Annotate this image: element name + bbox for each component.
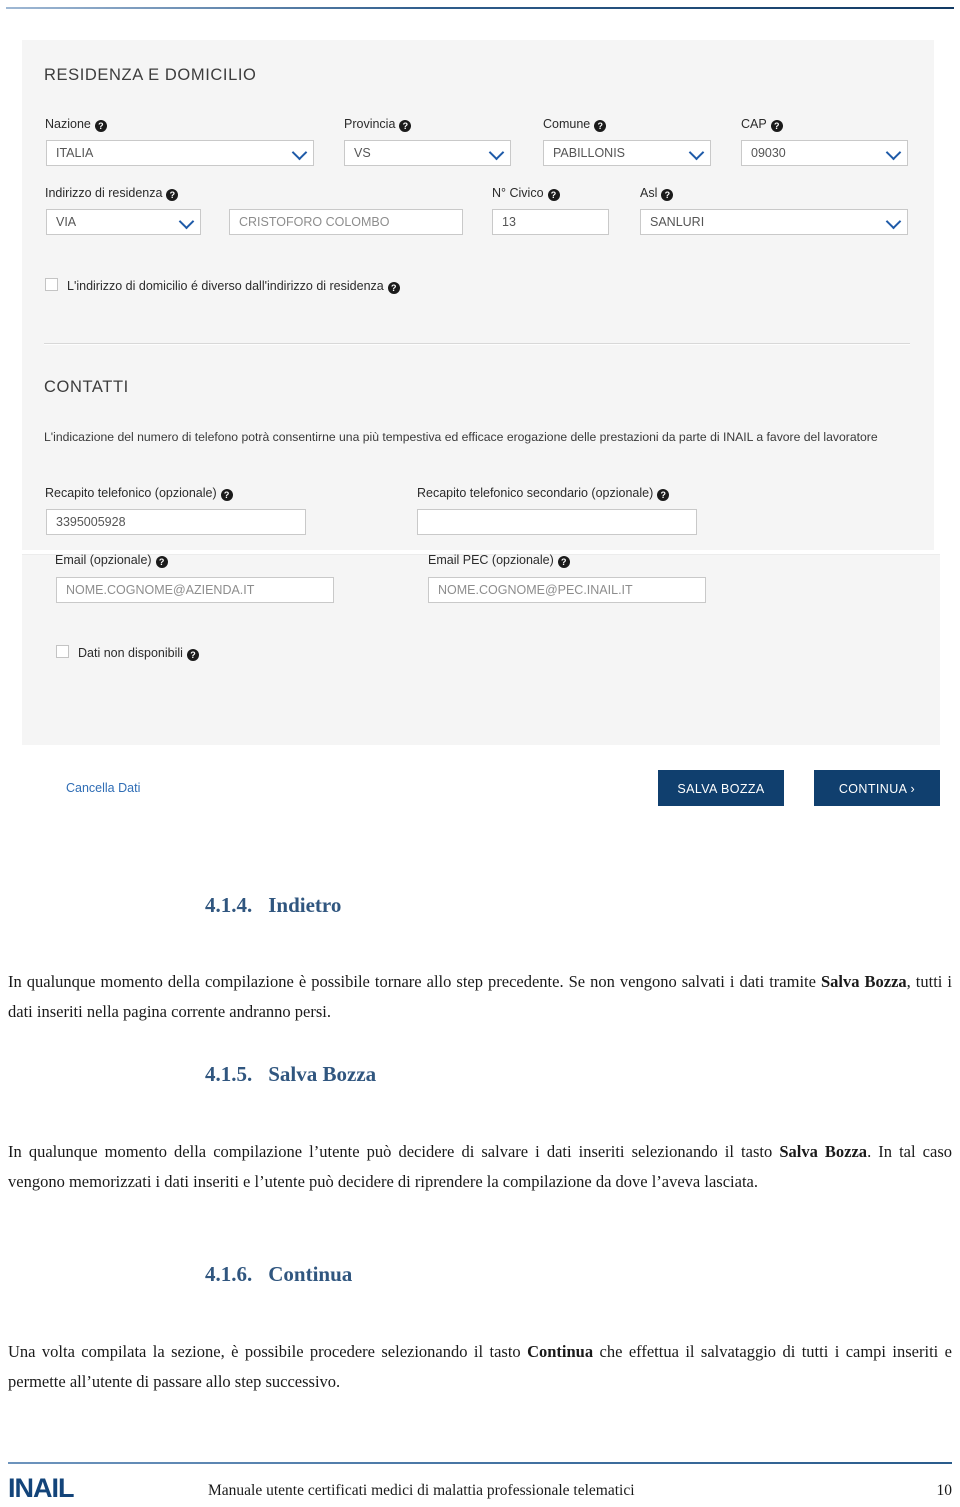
help-icon[interactable]: ? [661, 189, 674, 201]
para-bold-continua: Continua [527, 1341, 594, 1361]
residenza-panel [22, 40, 934, 550]
civico-input[interactable]: 13 [492, 209, 609, 235]
heading-title: Indietro [268, 893, 342, 917]
help-icon[interactable]: ? [387, 282, 400, 294]
cancella-dati-link[interactable]: Cancella Dati [66, 781, 140, 795]
para-part-a: In qualunque momento della compilazione … [8, 1141, 780, 1161]
dati-non-disponibili-label: Dati non disponibili [78, 646, 183, 660]
para-bold-salva-bozza: Salva Bozza [820, 971, 907, 991]
help-icon[interactable]: ? [770, 120, 783, 132]
civico-label-text: N° Civico [492, 186, 544, 200]
indirizzo-via-input[interactable]: CRISTOFORO COLOMBO [229, 209, 463, 235]
para-bold-salva-bozza: Salva Bozza [779, 1141, 868, 1161]
cap-label: CAP? [741, 117, 783, 132]
help-icon[interactable]: ? [166, 189, 179, 201]
paragraph-4-1-6: Una volta compilata la sezione, è possib… [8, 1337, 952, 1397]
help-icon[interactable]: ? [594, 120, 607, 132]
heading-title: Salva Bozza [268, 1062, 377, 1086]
provincia-select[interactable]: VS [344, 140, 511, 166]
heading-number: 4.1.4. [205, 893, 253, 917]
indirizzo-label-text: Indirizzo di residenza [45, 186, 163, 200]
email-input[interactable]: NOME.COGNOME@AZIENDA.IT [56, 577, 334, 603]
comune-label-text: Comune [543, 117, 591, 131]
pec-label: Email PEC (opzionale)? [428, 553, 570, 568]
inail-logo: INAIL [8, 1473, 74, 1503]
paragraph-4-1-4: In qualunque momento della compilazione … [8, 967, 952, 1027]
tel-label-text: Recapito telefonico (opzionale) [45, 486, 217, 500]
embedded-form-screenshot: RESIDENZA E DOMICILIO Nazione? ITALIA Pr… [0, 30, 960, 830]
tel2-input[interactable] [417, 509, 697, 535]
footer-page-number: 10 [936, 1482, 953, 1499]
salva-bozza-button[interactable]: SALVA BOZZA [658, 770, 784, 806]
tel-label: Recapito telefonico (opzionale)? [45, 486, 233, 501]
help-icon[interactable]: ? [547, 189, 560, 201]
email-label: Email (opzionale)? [55, 553, 168, 568]
para-part-a: Una volta compilata la sezione, è possib… [8, 1341, 528, 1361]
contatti-section-title: CONTATTI [44, 378, 129, 396]
heading-number: 4.1.5. [205, 1062, 253, 1086]
nazione-label: Nazione? [45, 117, 107, 132]
provincia-label-text: Provincia [344, 117, 396, 131]
cap-select[interactable]: 09030 [741, 140, 908, 166]
asl-select[interactable]: SANLURI [640, 209, 908, 235]
heading-4-1-6: 4.1.6. Continua [205, 1262, 352, 1287]
heading-title: Continua [268, 1262, 353, 1286]
dati-non-disponibili-checkbox-row[interactable]: Dati non disponibili? [56, 644, 199, 662]
asl-label-text: Asl [640, 186, 658, 200]
residenza-section-title: RESIDENZA E DOMICILIO [44, 66, 257, 84]
domicilio-diverso-label: L'indirizzo di domicilio é diverso dall'… [67, 279, 384, 293]
comune-label: Comune? [543, 117, 607, 132]
heading-4-1-5: 4.1.5. Salva Bozza [205, 1062, 376, 1087]
help-icon[interactable]: ? [155, 556, 168, 568]
pec-input[interactable]: NOME.COGNOME@PEC.INAIL.IT [428, 577, 706, 603]
contatti-note: L'indicazione del numero di telefono pot… [44, 430, 878, 444]
cap-label-text: CAP [741, 117, 767, 131]
footer-rule [8, 1462, 952, 1464]
heading-number: 4.1.6. [205, 1262, 253, 1286]
domicilio-diverso-checkbox[interactable] [45, 278, 58, 291]
help-icon[interactable]: ? [220, 489, 233, 501]
indirizzo-tipo-select[interactable]: VIA [46, 209, 201, 235]
provincia-label: Provincia? [344, 117, 412, 132]
indirizzo-label: Indirizzo di residenza? [45, 186, 179, 201]
dati-non-disponibili-checkbox[interactable] [56, 645, 69, 658]
nazione-label-text: Nazione [45, 117, 91, 131]
nazione-select[interactable]: ITALIA [46, 140, 314, 166]
help-icon[interactable]: ? [557, 556, 570, 568]
footer-title: Manuale utente certificati medici di mal… [208, 1482, 635, 1499]
para-part-a: In qualunque momento della compilazione … [8, 971, 821, 991]
help-icon[interactable]: ? [657, 489, 670, 501]
help-icon[interactable]: ? [186, 649, 199, 661]
tel2-label: Recapito telefonico secondario (opzional… [417, 486, 670, 501]
header-rule [6, 7, 954, 9]
civico-label: N° Civico? [492, 186, 560, 201]
domicilio-diverso-checkbox-row[interactable]: L'indirizzo di domicilio é diverso dall'… [45, 277, 400, 295]
asl-label: Asl? [640, 186, 674, 201]
pec-label-text: Email PEC (opzionale) [428, 553, 554, 567]
continua-button[interactable]: CONTINUA › [814, 770, 940, 806]
paragraph-4-1-5: In qualunque momento della compilazione … [8, 1137, 952, 1197]
comune-select[interactable]: PABILLONIS [543, 140, 711, 166]
email-label-text: Email (opzionale) [55, 553, 152, 567]
tel-input[interactable]: 3395005928 [46, 509, 306, 535]
section-divider [44, 343, 910, 344]
tel2-label-text: Recapito telefonico secondario (opzional… [417, 486, 654, 500]
heading-4-1-4: 4.1.4. Indietro [205, 893, 341, 918]
help-icon[interactable]: ? [399, 120, 412, 132]
help-icon[interactable]: ? [94, 120, 107, 132]
